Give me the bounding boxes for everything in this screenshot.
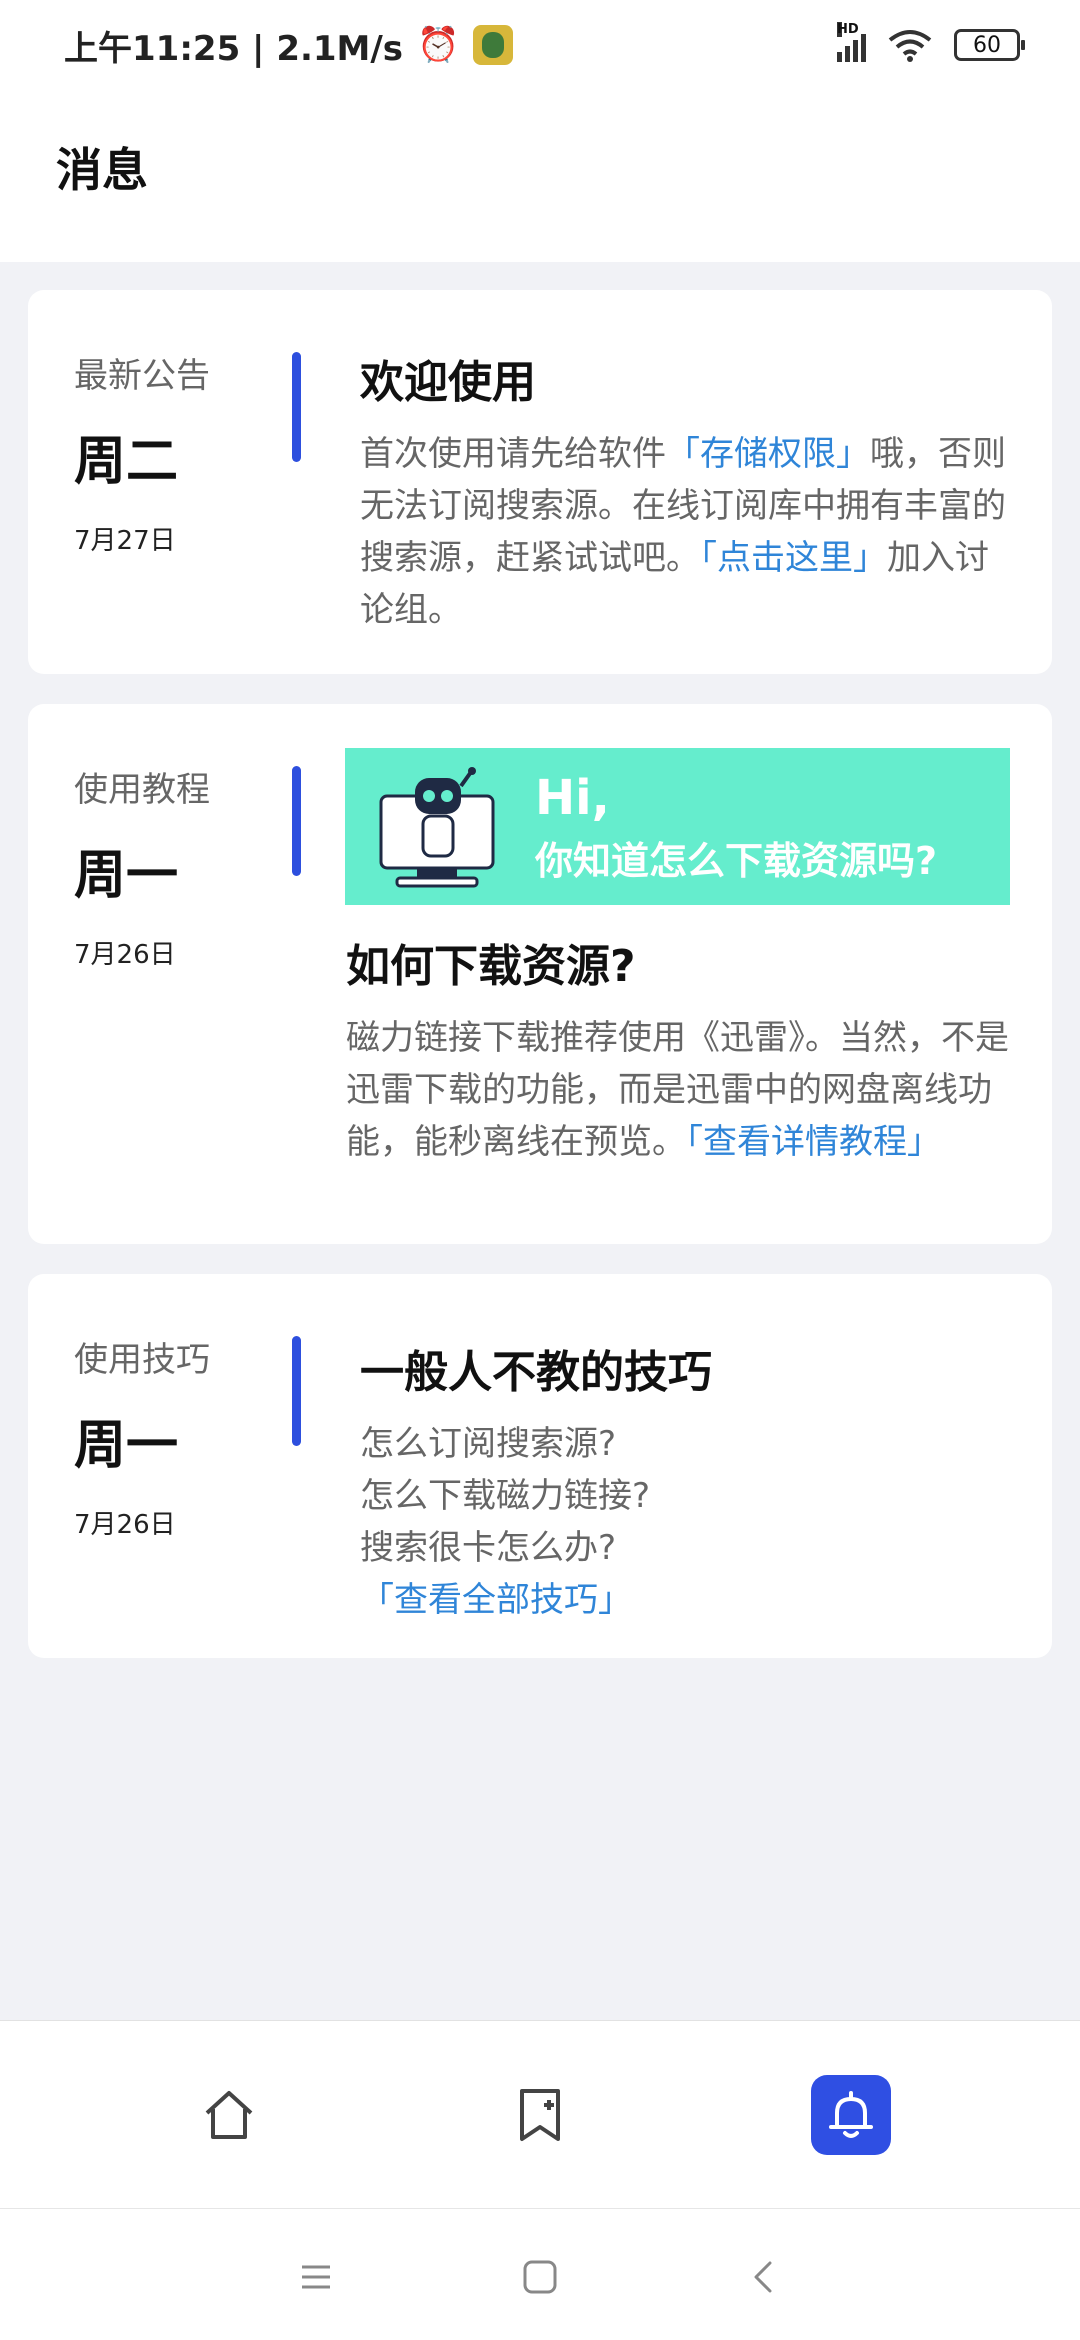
- banner-line2: 你知道怎么下载资源吗?: [535, 839, 938, 883]
- bottom-nav: [0, 2020, 1080, 2208]
- view-tutorial-link[interactable]: 「查看详情教程」: [686, 1122, 941, 1162]
- status-bar: 上午11:25 | 2.1M/s ⏰ HD 60: [0, 0, 1080, 90]
- system-nav: [0, 2208, 1080, 2340]
- card-text: 磁力链接下载推荐使用《迅雷》。当然，不是迅雷下载的功能，而是迅雷中的网盘离线功能…: [346, 1012, 1016, 1168]
- card-weekday: 周一: [74, 1416, 179, 1476]
- alarm-clock-icon: ⏰: [417, 25, 460, 65]
- battery-level: 60: [973, 32, 1001, 58]
- tip-line: 怎么订阅搜索源?: [360, 1424, 617, 1464]
- back-icon: [754, 2261, 772, 2293]
- card-date: 7月26日: [74, 940, 176, 970]
- page-title: 消息: [56, 143, 148, 197]
- nav-notifications-button[interactable]: [811, 2075, 891, 2155]
- card-body: 一般人不教的技巧 怎么订阅搜索源? 怎么下载磁力链接? 搜索很卡怎么办? 「查看…: [360, 1336, 1016, 1626]
- card-text: 怎么订阅搜索源? 怎么下载磁力链接? 搜索很卡怎么办? 「查看全部技巧」: [360, 1418, 1016, 1626]
- tip-line: 搜索很卡怎么办?: [360, 1528, 617, 1568]
- recent-apps-button[interactable]: [286, 2247, 346, 2307]
- tips-card[interactable]: 使用技巧 周一 7月26日 一般人不教的技巧 怎么订阅搜索源? 怎么下载磁力链接…: [28, 1274, 1052, 1658]
- view-all-tips-link[interactable]: 「查看全部技巧」: [360, 1574, 1016, 1626]
- tip-line: 怎么下载磁力链接?: [360, 1476, 651, 1516]
- status-right: HD 60: [837, 22, 1025, 62]
- card-meta: 最新公告 周二 7月27日: [74, 348, 254, 557]
- card-heading: 欢迎使用: [360, 357, 536, 408]
- announcement-card[interactable]: 最新公告 周二 7月27日 欢迎使用 首次使用请先给软件「存储权限」哦，否则无法…: [28, 290, 1052, 674]
- card-accent-bar: [292, 352, 301, 462]
- banner-line1: Hi,: [535, 770, 610, 826]
- tutorial-banner[interactable]: Hi, 你知道怎么下载资源吗?: [345, 748, 1010, 905]
- card-weekday: 周二: [74, 432, 179, 492]
- robot-icon: [379, 767, 495, 888]
- status-left: 上午11:25 | 2.1M/s ⏰: [64, 21, 514, 70]
- back-button[interactable]: [734, 2247, 794, 2307]
- card-category: 使用技巧: [74, 1340, 210, 1380]
- system-home-button[interactable]: [510, 2247, 570, 2307]
- signal-icon: HD: [837, 22, 866, 62]
- card-body: 欢迎使用 首次使用请先给软件「存储权限」哦，否则无法订阅搜索源。在线订阅库中拥有…: [360, 346, 1016, 636]
- card-meta: 使用教程 周一 7月26日: [74, 762, 254, 971]
- card-heading: 如何下载资源?: [346, 941, 636, 992]
- battery-icon: 60: [954, 29, 1025, 61]
- menu-icon: [302, 2265, 330, 2289]
- hd-label: HD: [837, 22, 859, 37]
- tutorial-card[interactable]: 使用教程 周一 7月26日 Hi, 你知道怎么下载资源吗? 如何下载资源? 磁力…: [28, 704, 1052, 1244]
- card-accent-bar: [292, 1336, 301, 1446]
- nav-home-button[interactable]: [189, 2075, 269, 2155]
- storage-permission-link[interactable]: 「存储权限」: [666, 434, 870, 474]
- text-segment: 首次使用请先给软件: [360, 434, 666, 474]
- nav-bookmark-button[interactable]: [500, 2075, 580, 2155]
- home-square-icon: [523, 2260, 557, 2294]
- card-weekday: 周一: [74, 846, 179, 906]
- bell-icon: [829, 2091, 873, 2138]
- wifi-icon: [888, 30, 932, 62]
- card-accent-bar: [292, 766, 301, 876]
- join-group-link[interactable]: 「点击这里」: [700, 538, 887, 578]
- card-heading: 一般人不教的技巧: [360, 1347, 712, 1398]
- app-notification-icon: [473, 25, 514, 65]
- card-body: 如何下载资源? 磁力链接下载推荐使用《迅雷》。当然，不是迅雷下载的功能，而是迅雷…: [346, 930, 1016, 1168]
- card-meta: 使用技巧 周一 7月26日: [74, 1332, 254, 1541]
- card-date: 7月27日: [74, 526, 176, 556]
- card-text: 首次使用请先给软件「存储权限」哦，否则无法订阅搜索源。在线订阅库中拥有丰富的搜索…: [360, 428, 1016, 636]
- card-category: 最新公告: [74, 356, 210, 396]
- card-date: 7月26日: [74, 1510, 176, 1540]
- app-header: 消息: [0, 90, 1080, 262]
- bookmark-add-icon: [520, 2089, 560, 2141]
- card-category: 使用教程: [74, 770, 210, 810]
- home-icon: [205, 2091, 253, 2139]
- status-time-speed: 上午11:25 | 2.1M/s: [64, 28, 404, 69]
